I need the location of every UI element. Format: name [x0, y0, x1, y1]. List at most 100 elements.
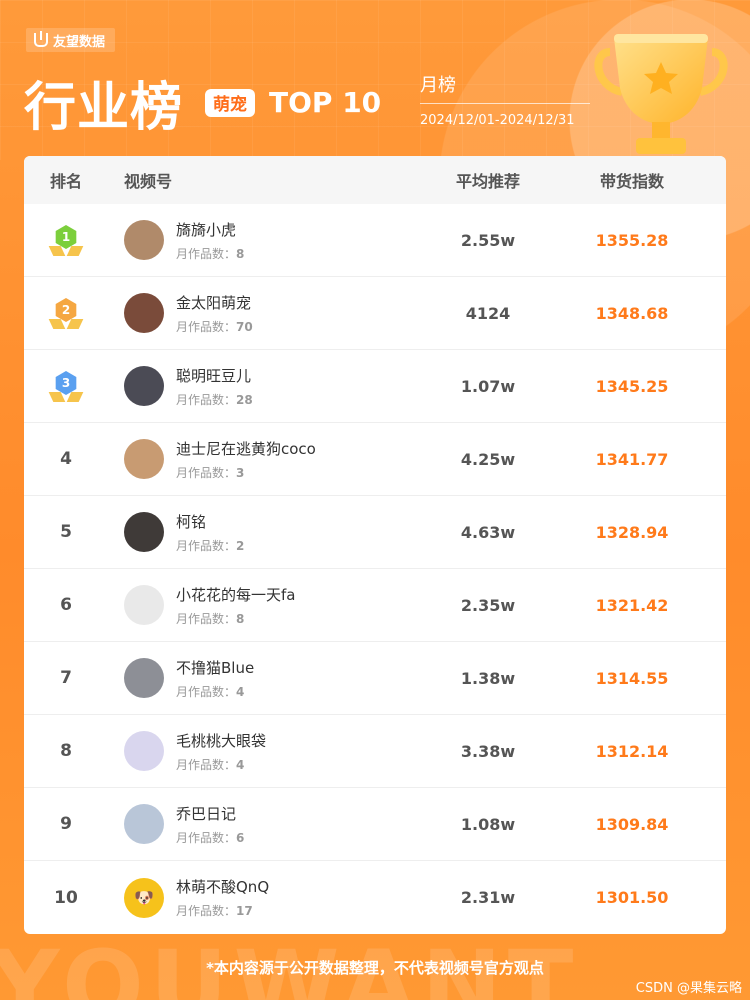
- trophy-icon: [594, 34, 728, 154]
- rank-cell: 5: [24, 522, 108, 542]
- avatar[interactable]: [124, 804, 164, 844]
- video-account-cell[interactable]: 毛桃桃大眼袋月作品数：4: [108, 730, 438, 773]
- table-row[interactable]: 9 乔巴日记 月作品数：6 1.08w 1309.84: [24, 788, 726, 861]
- account-name[interactable]: 不撸猫Blue: [176, 657, 254, 678]
- monthly-works-value: 3: [236, 465, 245, 480]
- rank-cell: 2: [24, 295, 108, 331]
- avatar[interactable]: [124, 512, 164, 552]
- video-account-cell[interactable]: 乔巴日记月作品数：6: [108, 803, 438, 846]
- table-row[interactable]: 10 🐶 林萌不酸QnQ 月作品数：17 2.31w 1301.50: [24, 861, 726, 934]
- ranking-table: 排名 视频号 平均推荐 带货指数 1 旖旖小虎 月作品数：8 2.55w 1355.28…: [24, 156, 726, 934]
- video-account-cell[interactable]: 🐶 林萌不酸QnQ 月作品数：17: [108, 876, 438, 919]
- top-label: TOP 10: [269, 86, 382, 119]
- account-name[interactable]: 聪明旺豆儿: [176, 365, 253, 386]
- account-name[interactable]: 迪士尼在逃黄狗coco: [176, 438, 316, 459]
- monthly-works-label: 月作品数：: [176, 684, 237, 699]
- avatar[interactable]: 🐶: [124, 877, 164, 918]
- period-range: 2024/12/01-2024/12/31: [420, 113, 575, 128]
- table-row[interactable]: 6 小花花的每一天fa 月作品数：8 2.35w 1321.42: [24, 569, 726, 642]
- rank-cell: 1: [24, 222, 108, 258]
- rank-cell: 6: [24, 595, 108, 615]
- avg-recommend-value: 2.35w: [460, 595, 516, 615]
- video-account-cell[interactable]: 小花花的每一天fa 月作品数：8: [108, 584, 438, 627]
- page-title: 行业榜: [24, 78, 184, 138]
- avatar[interactable]: [124, 220, 164, 260]
- avg-recommend-value: 1.08w: [460, 814, 516, 834]
- avg-recommend-value: 4.63w: [460, 522, 516, 542]
- rank-medal-icon: 1: [48, 222, 84, 258]
- rank-number: 8: [60, 741, 72, 761]
- sales-index-value: 1312.14: [595, 741, 669, 761]
- account-name[interactable]: 乔巴日记: [176, 803, 244, 824]
- monthly-works-value: 4: [236, 684, 245, 699]
- monthly-works-label: 月作品数：: [176, 757, 237, 772]
- rank-medal-icon: 2: [48, 295, 84, 331]
- table-row[interactable]: 5 柯铭 月作品数：2 4.63w 1328.94: [24, 496, 726, 569]
- monthly-works: 月作品数：4: [176, 683, 254, 700]
- account-name[interactable]: 毛桃桃大眼袋: [176, 730, 266, 751]
- avatar[interactable]: [124, 366, 164, 406]
- video-account-info: 柯铭月作品数：2: [176, 511, 244, 554]
- account-name[interactable]: 林萌不酸QnQ: [176, 876, 269, 897]
- monthly-works-value: 4: [236, 757, 245, 772]
- rank-number: 10: [54, 887, 78, 908]
- monthly-works-label: 月作品数：: [176, 830, 237, 845]
- period-type: 月榜: [420, 71, 590, 104]
- avg-recommend-value: 2.55w: [460, 230, 516, 250]
- avg-recommend-value: 1.38w: [460, 668, 516, 688]
- video-account-cell[interactable]: 迪士尼在逃黄狗coco 月作品数：3: [108, 438, 438, 481]
- table-row[interactable]: 7 不撸猫Blue 月作品数：4 1.38w 1314.55: [24, 642, 726, 715]
- sales-index-value: 1355.28: [595, 230, 669, 250]
- video-account-info: 不撸猫Blue 月作品数：4: [176, 657, 254, 700]
- monthly-works-value: 17: [236, 904, 253, 918]
- video-account-cell[interactable]: 金太阳萌宠月作品数：70: [108, 292, 438, 335]
- sales-index-value: 1321.42: [595, 595, 669, 615]
- table-row[interactable]: 3 聪明旺豆儿 月作品数：28 1.07w 1345.25: [24, 350, 726, 423]
- table-row[interactable]: 8 毛桃桃大眼袋 月作品数：4 3.38w 1312.14: [24, 715, 726, 788]
- video-account-cell[interactable]: 聪明旺豆儿 月作品数：28: [108, 365, 438, 408]
- account-name[interactable]: 金太阳萌宠: [176, 292, 253, 313]
- video-account-cell[interactable]: 旖旖小虎 月作品数：8: [108, 219, 438, 262]
- rank-number: 4: [60, 449, 72, 469]
- rank-number: 7: [60, 668, 72, 688]
- rank-number: 6: [60, 595, 72, 615]
- rank-cell: 9: [24, 814, 108, 834]
- monthly-works-value: 2: [236, 538, 245, 553]
- video-account-cell[interactable]: 柯铭月作品数：2: [108, 511, 438, 554]
- avatar[interactable]: [124, 731, 164, 771]
- account-name[interactable]: 小花花的每一天fa: [176, 584, 295, 605]
- monthly-works-label: 月作品数：: [176, 319, 237, 334]
- avatar[interactable]: [124, 439, 164, 479]
- monthly-works-label: 月作品数：: [176, 611, 237, 626]
- monthly-works: 月作品数：3: [176, 464, 316, 481]
- video-account-cell[interactable]: 不撸猫Blue 月作品数：4: [108, 657, 438, 700]
- table-row[interactable]: 1 旖旖小虎 月作品数：8 2.55w 1355.28: [24, 204, 726, 277]
- monthly-works-label: 月作品数：: [176, 246, 237, 261]
- account-name[interactable]: 柯铭: [176, 511, 244, 532]
- table-row[interactable]: 4 迪士尼在逃黄狗coco 月作品数：3 4.25w 1341.77: [24, 423, 726, 496]
- title-group: 行业榜 萌宠 TOP 10: [24, 65, 381, 140]
- avatar[interactable]: [124, 658, 164, 698]
- source-tag: CSDN @果集云略: [635, 981, 742, 996]
- header-recommend: 平均推荐: [455, 172, 520, 191]
- monthly-works: 月作品数：2: [176, 537, 244, 554]
- monthly-works-value: 70: [236, 319, 253, 334]
- video-account-info: 乔巴日记月作品数：6: [176, 803, 244, 846]
- avatar[interactable]: [124, 585, 164, 625]
- video-account-info: 迪士尼在逃黄狗coco 月作品数：3: [176, 438, 316, 481]
- monthly-works: 月作品数：6: [176, 829, 244, 846]
- monthly-works-label: 月作品数：: [176, 392, 237, 407]
- monthly-works-label: 月作品数：: [176, 465, 237, 480]
- table-row[interactable]: 2 金太阳萌宠 月作品数：70 4124 1348.68: [24, 277, 726, 350]
- brand-logo-icon: [34, 31, 48, 47]
- account-name[interactable]: 旖旖小虎: [176, 219, 244, 240]
- monthly-works: 月作品数：17: [176, 902, 269, 919]
- rank-cell: 3: [24, 368, 108, 404]
- header-video: 视频号: [124, 172, 173, 191]
- rank-number: 5: [60, 522, 72, 542]
- monthly-works: 月作品数：4: [176, 756, 266, 773]
- avatar[interactable]: [124, 293, 164, 333]
- brand-name: 友望数据: [53, 34, 106, 50]
- sales-index-value: 1314.55: [595, 668, 669, 688]
- rank-cell: 7: [24, 668, 108, 688]
